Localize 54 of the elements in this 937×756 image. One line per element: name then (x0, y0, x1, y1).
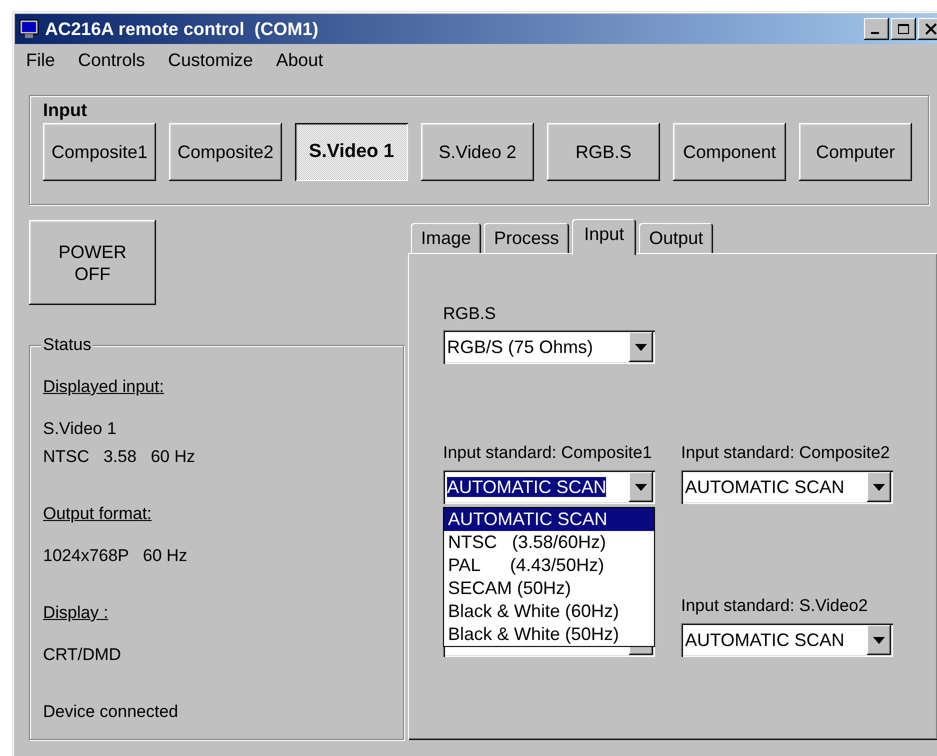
status-text: S.Video 1 (43, 418, 118, 440)
input-button[interactable]: S.Video 1 (295, 123, 408, 181)
dropdown-button[interactable] (867, 472, 891, 502)
maximize-button[interactable] (891, 18, 916, 40)
dropdown-option[interactable]: PAL (4.43/50Hz) (444, 554, 654, 577)
field-label: RGB.S (443, 303, 497, 325)
status-text: CRT/DMD (43, 644, 122, 666)
tab[interactable]: Process (484, 223, 570, 253)
menu-item[interactable]: About (275, 50, 324, 70)
dropdown-button[interactable] (629, 472, 653, 502)
status-text: NTSC 3.58 60 Hz (43, 446, 196, 468)
caret-icon (873, 636, 885, 644)
menu-item[interactable]: Customize (167, 50, 254, 70)
minimize-button[interactable] (864, 18, 889, 40)
monitor-icon (19, 19, 39, 39)
status-heading: Displayed input: (43, 376, 165, 398)
field-label: Input standard: Composite1 (443, 442, 653, 464)
tab[interactable]: Input (572, 219, 636, 255)
input-button[interactable]: Component (673, 123, 786, 181)
dropdown-button[interactable] (867, 625, 891, 655)
field-label: Input standard: S.Video2 (681, 595, 869, 617)
input-button[interactable]: Composite2 (169, 123, 282, 181)
status-heading: Output format: (43, 503, 153, 525)
window-title: AC216A remote control (COM1) (45, 18, 320, 40)
dropdown-option[interactable]: NTSC (3.58/60Hz) (444, 531, 654, 554)
field-label: Input standard: Composite2 (681, 442, 891, 464)
minimize-icon (871, 32, 879, 34)
caret-icon (635, 344, 647, 350)
tab[interactable]: Output (639, 223, 714, 253)
tab[interactable]: Image (411, 223, 482, 253)
menu-item[interactable]: File (25, 50, 56, 70)
dropdown-option[interactable]: Black & White (50Hz) (444, 623, 654, 646)
dropdown-option[interactable]: Black & White (60Hz) (444, 600, 654, 623)
maximize-icon (896, 23, 910, 35)
dropdown-field[interactable]: AUTOMATIC SCAN (681, 623, 893, 657)
input-button[interactable]: S.Video 2 (421, 123, 534, 181)
group-title: Input (43, 100, 88, 122)
dropdown-button[interactable] (629, 332, 653, 362)
menu-item[interactable]: Controls (77, 50, 146, 70)
dropdown-field[interactable]: RGB/S (75 Ohms) (443, 330, 655, 364)
dropdown-field[interactable]: AUTOMATIC SCAN (681, 470, 893, 504)
caret-icon (635, 484, 647, 490)
dropdown-option[interactable]: AUTOMATIC SCAN (444, 508, 654, 531)
status-message: Device connected (43, 701, 180, 723)
power-button[interactable]: POWER OFF (29, 220, 156, 305)
dropdown-option[interactable]: SECAM (50Hz) (444, 577, 654, 600)
input-button[interactable]: Composite1 (43, 123, 156, 181)
status-text: 1024x768P 60 Hz (43, 545, 188, 567)
caret-icon (873, 484, 885, 490)
status-heading: Display : (43, 602, 110, 624)
input-button[interactable]: RGB.S (547, 123, 660, 181)
close-icon (924, 23, 937, 35)
close-button[interactable] (918, 18, 937, 40)
input-button[interactable]: Computer (799, 123, 912, 181)
